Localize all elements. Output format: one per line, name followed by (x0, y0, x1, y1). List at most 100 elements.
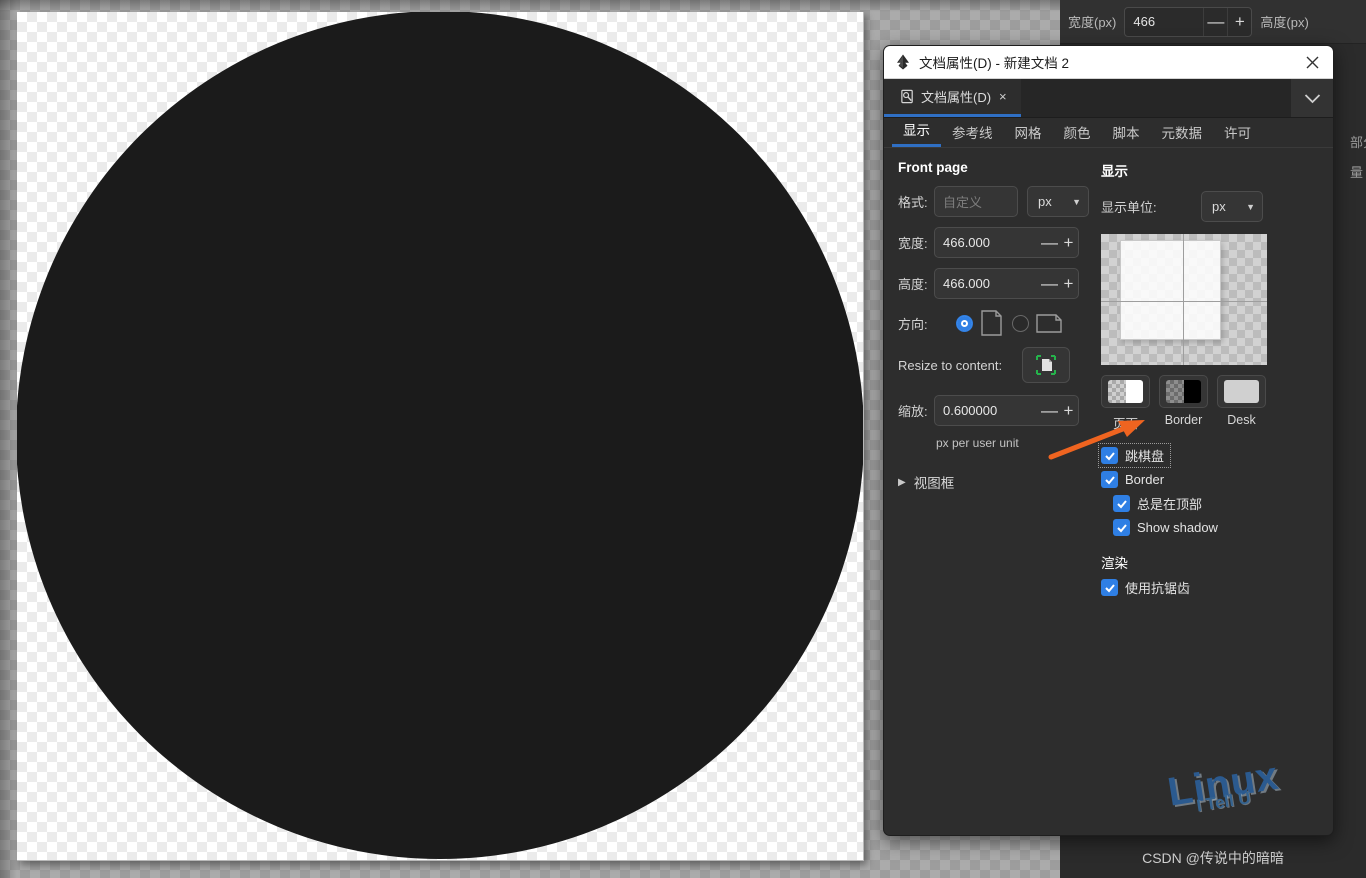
checkbox-always-on-top[interactable]: 总是在顶部 (1113, 494, 1326, 513)
orientation-landscape-radio[interactable] (1012, 314, 1029, 332)
height-minus-button[interactable]: — (1040, 269, 1059, 298)
watermark-line-2: I Tell U (1195, 788, 1252, 816)
format-input[interactable]: 自定义 (934, 186, 1018, 217)
preview-guide-horizontal (1101, 301, 1267, 302)
black-circle-object[interactable] (17, 12, 863, 859)
checkbox-border-box[interactable] (1101, 471, 1118, 488)
dialog-titlebar[interactable]: 文档属性(D) - 新建文档 2 (884, 46, 1333, 79)
toolbar-width-plus-button[interactable]: + (1227, 7, 1251, 36)
clipped-text-line-2: 量 (1350, 165, 1364, 180)
checkbox-border-label: Border (1125, 472, 1165, 487)
checkbox-antialias-box[interactable] (1101, 579, 1118, 596)
display-unit-label: 显示单位: (1101, 200, 1157, 215)
dock-tabrow-spacer (1020, 79, 1291, 117)
checkbox-always-on-top-label: 总是在顶部 (1137, 497, 1203, 512)
toolbar-width-value[interactable]: 466 (1125, 14, 1203, 29)
format-placeholder: 自定义 (943, 195, 983, 210)
front-page-heading: Front page (898, 160, 968, 175)
height-value[interactable]: 466.000 (935, 276, 1040, 291)
width-height-block: 宽度: 466.000 — + 高度: 466.000 — + (898, 227, 1116, 299)
width-label: 宽度: (898, 236, 928, 251)
dialog-dock-tabrow[interactable]: 文档属性(D) × (884, 79, 1333, 118)
swatch-page[interactable]: 页面 (1101, 375, 1150, 432)
tab-guides[interactable]: 参考线 (941, 122, 1004, 147)
height-plus-button[interactable]: + (1059, 269, 1078, 298)
scale-value[interactable]: 0.600000 (935, 403, 1040, 418)
viewbox-expander[interactable]: ▶ 视图框 (898, 472, 1096, 492)
width-value[interactable]: 466.000 (935, 235, 1040, 250)
dialog-inner-tabs[interactable]: 显示 参考线 网格 颜色 脚本 元数据 许可 (884, 118, 1333, 148)
tool-options-toolbar: 宽度(px) 466 — + 高度(px) (1060, 0, 1366, 44)
scale-unit-hint: px per user unit (936, 436, 1019, 450)
width-plus-button[interactable]: + (1059, 228, 1078, 257)
resize-to-content-row: Resize to content: (898, 347, 1096, 383)
width-input[interactable]: 466.000 — + (934, 227, 1079, 258)
swatch-page-label: 页面 (1112, 417, 1138, 431)
checkbox-checkerboard-box[interactable] (1101, 447, 1118, 464)
checkbox-always-on-top-box[interactable] (1113, 495, 1130, 512)
dock-tab-document-properties[interactable]: 文档属性(D) × (884, 79, 1021, 117)
landscape-page-icon[interactable] (1035, 311, 1063, 336)
triangle-right-icon: ▶ (898, 476, 906, 488)
resize-to-content-label: Resize to content: (898, 357, 1003, 373)
swatch-border-chip (1166, 380, 1201, 403)
preview-page-rect (1120, 240, 1221, 340)
scale-input[interactable]: 0.600000 — + (934, 395, 1079, 426)
height-input[interactable]: 466.000 — + (934, 268, 1079, 299)
swatch-border-label: Border (1164, 413, 1203, 427)
height-row: 高度: 466.000 — + (898, 268, 1096, 299)
scale-minus-button[interactable]: — (1040, 396, 1059, 425)
orientation-label: 方向: (898, 316, 928, 332)
checkbox-show-shadow-box[interactable] (1113, 519, 1130, 536)
format-row: 格式: 自定义 px ▼ (898, 186, 1096, 217)
clipped-dock-text: 部分 量 (1350, 128, 1366, 188)
display-section: 显示 显示单位: px ▼ 页面 Border Desk 跳棋盘 Border … (1096, 160, 1326, 603)
height-label: 高度: (898, 277, 928, 292)
scale-row: 缩放: 0.600000 — + (898, 395, 1096, 426)
clipped-text-line-1: 部分 (1350, 135, 1366, 150)
dialog-body: Front page 格式: 自定义 px ▼ 宽度: 466.000 — + … (884, 148, 1333, 603)
orientation-row: 方向: (898, 309, 1096, 337)
tab-metadata[interactable]: 元数据 (1151, 122, 1214, 147)
format-unit-select[interactable]: px ▼ (1027, 186, 1089, 217)
tab-color[interactable]: 颜色 (1053, 122, 1102, 147)
tab-display[interactable]: 显示 (892, 119, 941, 147)
resize-to-content-button[interactable] (1022, 347, 1070, 383)
checkbox-checkerboard-label: 跳棋盘 (1125, 449, 1165, 464)
portrait-page-icon[interactable] (979, 309, 1004, 337)
chevron-down-icon[interactable] (1291, 79, 1333, 117)
width-minus-button[interactable]: — (1040, 228, 1059, 257)
swatch-page-button[interactable] (1101, 375, 1150, 408)
toolbar-width-spinner[interactable]: 466 — + (1124, 6, 1253, 37)
swatch-desk-chip (1224, 380, 1259, 403)
fit-page-icon (1036, 355, 1056, 375)
linux-watermark: Linux I Tell U (1165, 750, 1323, 835)
scale-plus-button[interactable]: + (1059, 396, 1078, 425)
tab-grid[interactable]: 网格 (1004, 122, 1053, 147)
swatch-desk[interactable]: Desk (1217, 375, 1266, 432)
tab-license[interactable]: 许可 (1213, 122, 1262, 147)
checkbox-antialias[interactable]: 使用抗锯齿 (1101, 578, 1326, 597)
close-icon[interactable] (1295, 47, 1329, 77)
swatch-desk-button[interactable] (1217, 375, 1266, 408)
display-unit-select[interactable]: px ▼ (1201, 191, 1263, 222)
swatch-page-chip (1108, 380, 1143, 403)
document-page[interactable] (17, 12, 864, 861)
checkbox-border[interactable]: Border (1101, 471, 1326, 488)
format-unit-value: px (1038, 194, 1052, 209)
swatch-border[interactable]: Border (1159, 375, 1208, 432)
document-properties-dialog[interactable]: 文档属性(D) - 新建文档 2 文档属性(D) × 显示 参考线 网格 颜色 … (883, 45, 1334, 836)
tab-scripting[interactable]: 脚本 (1102, 122, 1151, 147)
toolbar-width-minus-button[interactable]: — (1203, 7, 1227, 36)
page-preview (1101, 234, 1267, 365)
swatch-border-button[interactable] (1159, 375, 1208, 408)
footer-credit-bar: CSDN @传说中的暗暗 (1060, 838, 1366, 878)
checkbox-show-shadow[interactable]: Show shadow (1113, 519, 1326, 536)
dock-tab-close-icon[interactable]: × (999, 89, 1007, 104)
checkbox-show-shadow-label: Show shadow (1137, 520, 1218, 535)
orientation-portrait-radio[interactable] (956, 314, 973, 332)
checkbox-antialias-label: 使用抗锯齿 (1125, 581, 1191, 596)
viewbox-label: 视图框 (913, 476, 955, 491)
checkbox-checkerboard[interactable]: 跳棋盘 (1097, 443, 1172, 468)
front-page-section: Front page 格式: 自定义 px ▼ 宽度: 466.000 — + … (884, 160, 1116, 603)
